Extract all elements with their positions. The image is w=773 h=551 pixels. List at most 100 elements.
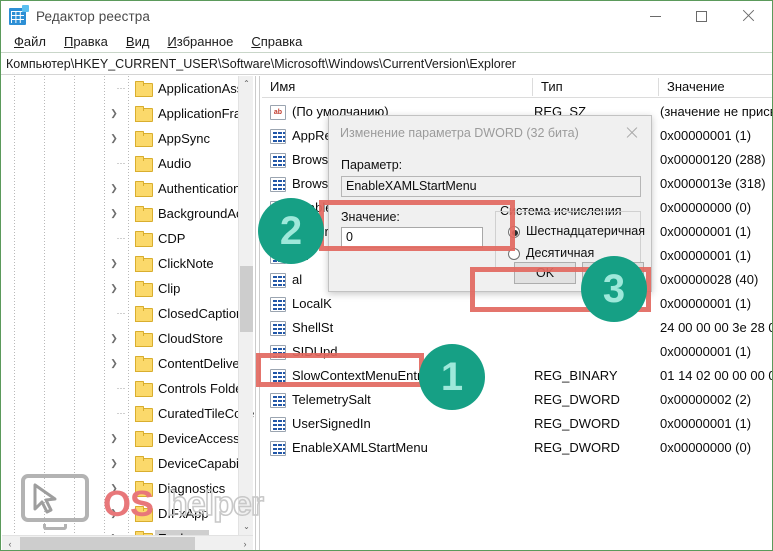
tree-item-contentdelivery[interactable]: ❯ ContentDelivery [2,351,251,376]
value-name: UserSignedIn [292,416,371,431]
menu-item-2[interactable]: Вид [117,34,159,49]
folder-icon [135,231,153,247]
registry-path: Компьютер\HKEY_CURRENT_USER\Software\Mic… [6,57,516,71]
tree-item-label: Authentication [158,181,241,196]
tree-item-cloudstore[interactable]: ❯ CloudStore [2,326,239,351]
menu-item-1[interactable]: Правка [55,34,117,49]
tree-item-label: CDP [158,231,186,246]
tree-item-audio[interactable]: ⋯ Audio [2,151,239,176]
dword-value-icon [270,177,286,192]
value-type: REG_BINARY [534,368,618,383]
tree-item-backgroundacc[interactable]: ❯ BackgroundAcc [2,201,249,226]
value-row[interactable]: TelemetrySalt REG_DWORD 0x00000002 (2) [262,389,772,413]
folder-icon [135,381,153,397]
dword-value-icon [270,393,286,408]
chevron-right-icon[interactable]: ❯ [107,176,121,201]
chevron-right-icon[interactable]: ❯ [107,426,121,451]
chevron-right-icon[interactable]: ❯ [107,201,121,226]
radio-dec-label: Десятичная [526,246,595,260]
registry-tree-pane[interactable]: ⋯ ApplicationAsso ❯ ApplicationFram ❯ AppSync… [2,76,254,535]
dword-value-icon [270,321,286,336]
tree-leaf-dots-icon: ⋯ [116,383,126,393]
value-name: AppRe [292,128,332,143]
value-row[interactable]: UserSignedIn REG_DWORD 0x00000001 (1) [262,413,772,437]
address-bar[interactable]: Компьютер\HKEY_CURRENT_USER\Software\Mic… [1,54,772,75]
dialog-close-button[interactable] [619,122,645,144]
value-row[interactable]: EnableXAMLStartMenu REG_DWORD 0x00000000 (… [262,437,772,461]
chevron-right-icon[interactable]: ❯ [107,101,121,126]
chevron-right-icon[interactable]: ❯ [107,451,121,476]
tree-horizontal-scrollbar[interactable]: ‹ › [2,535,253,550]
menu-item-3[interactable]: Избранное [158,34,242,49]
chevron-right-icon[interactable]: ❯ [107,476,121,501]
folder-icon [135,506,153,522]
tree-item-explorer[interactable]: ❯Explorer [2,526,239,535]
tree-item-cdp[interactable]: ⋯ CDP [2,226,239,251]
pane-splitter[interactable] [254,76,262,550]
column-header-value[interactable]: Значение [659,76,725,97]
tree-item-applicationfram[interactable]: ❯ ApplicationFram [2,101,252,126]
menu-item-4[interactable]: Справка [242,34,311,49]
column-header-type[interactable]: Тип [533,76,563,97]
highlight-box-value-field [319,200,515,251]
tree-item-label: Clip [158,281,181,296]
value-data: 0x00000000 (0) [660,440,752,455]
tree-leaf-dots-icon: ⋯ [116,158,126,168]
value-type: REG_DWORD [534,416,620,431]
chevron-right-icon[interactable]: ❯ [107,501,121,526]
value-name: EnableXAMLStartMenu [292,440,428,455]
chevron-right-icon[interactable]: ❯ [107,276,121,301]
chevron-right-icon[interactable]: ❯ [107,251,121,276]
tree-item-controls-folder[interactable]: ⋯ Controls Folder [2,376,247,401]
dialog-title: Изменение параметра DWORD (32 бита) [340,126,579,140]
chevron-right-icon[interactable]: ❯ [107,326,121,351]
tree-item-label: Diagnostics [158,481,226,496]
value-row[interactable]: ShellSt 24 00 00 00 3e 28 00 [262,317,772,341]
folder-icon [135,256,153,272]
chevron-right-icon[interactable]: ❯ [107,526,121,535]
tree-item-difxapp[interactable]: ❯ DIFxApp [2,501,239,526]
tree-hscroll-thumb[interactable] [20,537,195,550]
folder-icon [135,181,153,197]
tree-item-devicecapabiliti[interactable]: ❯ DeviceCapabiliti [2,451,251,476]
minimize-button[interactable] [632,1,678,31]
maximize-button[interactable] [678,1,724,31]
scroll-up-icon[interactable]: ⌃ [239,76,254,92]
tree-item-deviceaccess[interactable]: ❯ DeviceAccess [2,426,240,451]
registry-editor-icon [9,4,29,25]
value-data: (значение не присв [660,104,773,119]
registry-tree-list: ⋯ ApplicationAsso ❯ ApplicationFram ❯ AppSync… [2,76,254,535]
tree-vertical-scrollbar[interactable]: ⌃ ⌄ [238,76,253,535]
tree-item-label: Audio [158,156,192,171]
folder-icon [135,206,153,222]
tree-item-clicknote[interactable]: ❯ ClickNote [2,251,239,276]
param-name-input[interactable]: EnableXAMLStartMenu [341,176,641,197]
close-button[interactable] [724,1,772,31]
tree-item-clip[interactable]: ❯ Clip [2,276,239,301]
column-header-name[interactable]: Имя [262,76,295,97]
scroll-left-icon[interactable]: ‹ [2,536,18,550]
folder-icon [135,431,153,447]
chevron-right-icon[interactable]: ❯ [107,126,121,151]
tree-item-curatedtilecolle[interactable]: ⋯ CuratedTileColle [2,401,254,426]
tree-item-diagnostics[interactable]: ❯ Diagnostics [2,476,239,501]
value-type: REG_DWORD [534,392,620,407]
tree-leaf-dots-icon: ⋯ [116,83,126,93]
folder-icon [135,456,153,472]
tree-vscroll-thumb[interactable] [240,266,253,332]
scroll-down-icon[interactable]: ⌄ [239,519,254,535]
scroll-right-icon[interactable]: › [237,536,253,550]
tree-item-applicationasso[interactable]: ⋯ ApplicationAsso [2,76,251,101]
tree-item-appsync[interactable]: ❯ AppSync [2,126,239,151]
menu-item-0[interactable]: Файл [5,34,55,49]
chevron-right-icon[interactable]: ❯ [107,351,121,376]
tree-item-authentication[interactable]: ❯ Authentication [2,176,240,201]
value-data: 0x00000000 (0) [660,200,752,215]
tree-item-closedcaptionin[interactable]: ⋯ ClosedCaptionin [2,301,253,326]
tree-item-label: CloudStore [158,331,224,346]
dword-value-icon [270,273,286,288]
maximize-icon [695,10,707,22]
string-value-icon: ab [270,105,286,120]
folder-icon [135,281,153,297]
value-name: al [292,272,303,287]
